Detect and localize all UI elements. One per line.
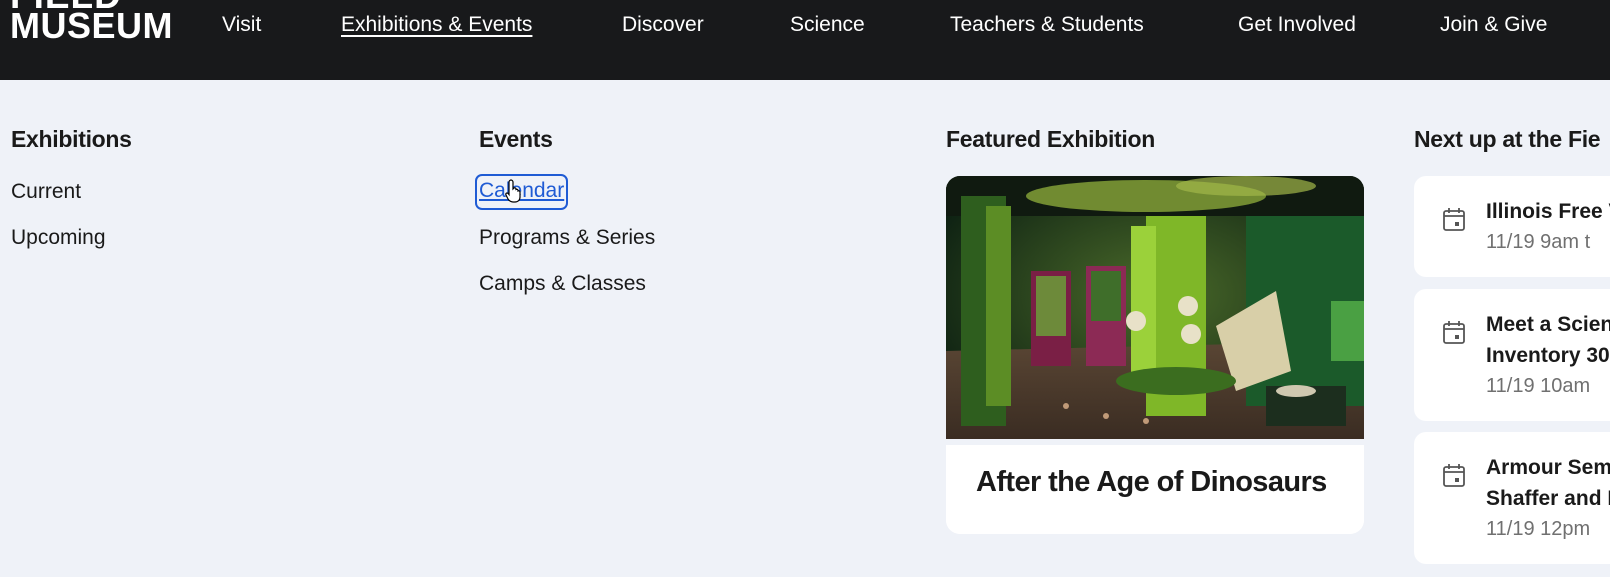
events-calendar-link[interactable]: Calendar xyxy=(474,174,569,210)
event-time: 11/19 10am xyxy=(1486,375,1591,397)
calendar-icon xyxy=(1443,321,1465,344)
event-card[interactable]: Meet a Scien Inventory 30 11/19 10am xyxy=(1414,289,1610,421)
event-title-line-1: Armour Sem xyxy=(1486,456,1610,479)
nav-science[interactable]: Science xyxy=(790,13,865,37)
next-up-heading: Next up at the Fie xyxy=(1414,126,1601,152)
nav-teachers-students[interactable]: Teachers & Students xyxy=(950,13,1144,37)
logo-line-2: MUSEUM xyxy=(10,5,173,46)
nav-visit[interactable]: Visit xyxy=(222,13,261,37)
event-title-line-1: Meet a Scien xyxy=(1486,313,1610,336)
calendar-icon xyxy=(1443,208,1465,231)
exhibitions-heading: Exhibitions xyxy=(11,126,132,152)
event-card[interactable]: Illinois Free V 11/19 9am t xyxy=(1414,176,1610,277)
exhibition-photo xyxy=(946,176,1364,439)
exhibitions-upcoming-link[interactable]: Upcoming xyxy=(11,226,106,250)
nav-exhibitions-events[interactable]: Exhibitions & Events xyxy=(341,13,532,37)
events-heading: Events xyxy=(479,126,553,152)
nav-discover[interactable]: Discover xyxy=(622,13,704,37)
top-nav-bar: FIELD MUSEUM Visit Exhibitions & Events … xyxy=(0,0,1610,80)
featured-exhibition-heading: Featured Exhibition xyxy=(946,126,1155,152)
exhibitions-current-link[interactable]: Current xyxy=(11,180,81,204)
event-title: Illinois Free V xyxy=(1486,200,1610,223)
featured-exhibition-title[interactable]: After the Age of Dinosaurs xyxy=(976,466,1327,499)
event-time: 11/19 9am t xyxy=(1486,231,1591,253)
nav-get-involved[interactable]: Get Involved xyxy=(1238,13,1356,37)
event-time: 11/19 12pm xyxy=(1486,518,1591,540)
event-card[interactable]: Armour Sem Shaffer and I 11/19 12pm xyxy=(1414,432,1610,564)
nav-join-give[interactable]: Join & Give xyxy=(1440,13,1547,37)
featured-exhibition-card[interactable]: After the Age of Dinosaurs xyxy=(946,176,1364,534)
calendar-icon xyxy=(1443,464,1465,487)
events-camps-classes-link[interactable]: Camps & Classes xyxy=(479,272,646,296)
event-title-line-2: Inventory 30 xyxy=(1486,344,1610,367)
events-programs-series-link[interactable]: Programs & Series xyxy=(479,226,655,250)
event-title-line-2: Shaffer and I xyxy=(1486,487,1610,510)
field-museum-logo[interactable]: FIELD MUSEUM xyxy=(10,0,173,44)
